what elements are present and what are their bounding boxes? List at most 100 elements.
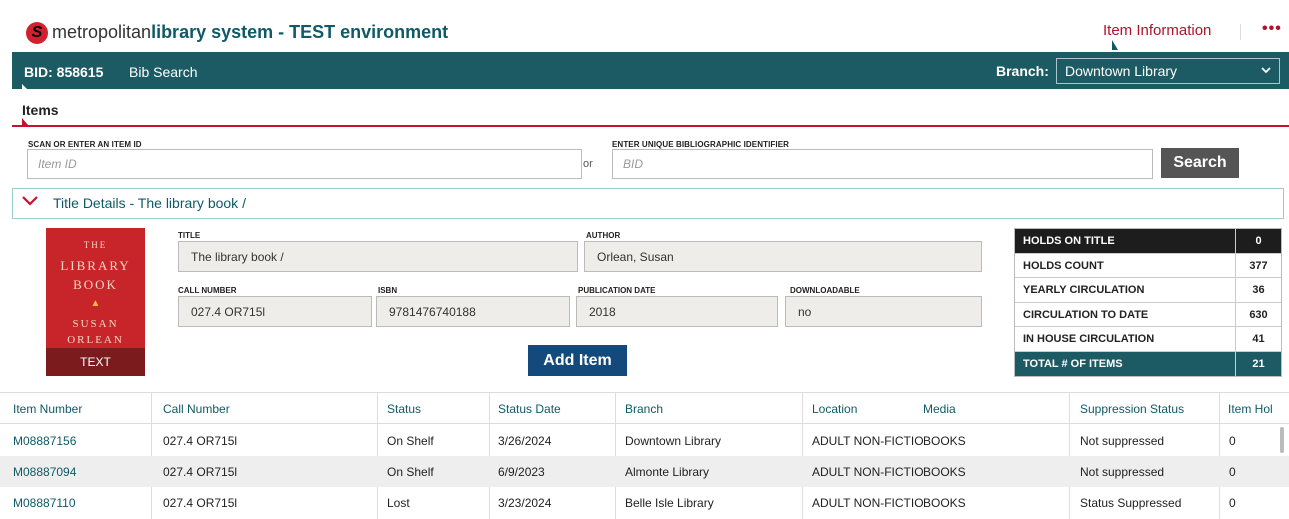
table-cell: BOOKS — [923, 434, 966, 448]
table-cell: BOOKS — [923, 496, 966, 510]
chevron-down-icon — [1261, 65, 1271, 77]
stats-row: HOLDS ON TITLE 0 — [1015, 229, 1281, 254]
cover-text: BOOK — [73, 277, 118, 292]
table-cell: Belle Isle Library — [625, 496, 714, 510]
item-number-link[interactable]: M08887094 — [13, 465, 76, 479]
bid-input[interactable]: BID — [612, 149, 1153, 179]
items-heading: Items — [22, 102, 59, 118]
branch-select-value: Downtown Library — [1065, 63, 1178, 79]
table-cell: 027.4 OR715l — [163, 496, 238, 510]
stats-row: TOTAL # OF ITEMS 21 — [1015, 351, 1281, 376]
brand-part2: library system - TEST environment — [151, 22, 449, 42]
bib-search-link[interactable]: Bib Search — [129, 64, 197, 80]
column-header-status[interactable]: Status — [387, 402, 421, 416]
table-cell: Not suppressed — [1080, 465, 1165, 479]
brand-part1: metropolitan — [52, 22, 152, 42]
item-number-link[interactable]: M08887156 — [13, 434, 76, 448]
isbn-field: 9781476740188 — [376, 296, 570, 327]
downloadable-label: DOWNLOADABLE — [790, 286, 860, 295]
active-indicator — [22, 84, 28, 90]
stats-label: CIRCULATION TO DATE — [1015, 302, 1236, 326]
table-cell: 3/26/2024 — [498, 434, 552, 448]
table-cell: 0 — [1229, 496, 1236, 510]
column-header-branch[interactable]: Branch — [625, 402, 663, 416]
call-number-label: CALL NUMBER — [178, 286, 237, 295]
table-cell: BOOKS — [923, 465, 966, 479]
table-cell: Status Suppressed — [1080, 496, 1182, 510]
isbn-label: ISBN — [378, 286, 398, 295]
title-details-heading[interactable]: Title Details - The library book / — [53, 195, 246, 211]
stats-row: CIRCULATION TO DATE 630 — [1015, 302, 1281, 327]
column-header-status-date[interactable]: Status Date — [498, 402, 561, 416]
table-cell: Lost — [387, 496, 410, 510]
stats-value: 0 — [1255, 235, 1262, 247]
publication-date-field: 2018 — [576, 296, 778, 327]
table-cell: ADULT NON-FICTIO — [812, 496, 924, 510]
call-number-field: 027.4 OR715l — [178, 296, 372, 327]
table-cell: On Shelf — [387, 434, 434, 448]
divider — [12, 125, 1289, 127]
stats-row: IN HOUSE CIRCULATION 41 — [1015, 327, 1281, 352]
stats-label: HOLDS ON TITLE — [1015, 229, 1236, 253]
stats-value: 41 — [1252, 333, 1265, 345]
stats-value: 630 — [1249, 308, 1268, 321]
cover-text: LIBRARY — [60, 258, 131, 273]
add-item-button[interactable]: Add Item — [528, 345, 627, 376]
flame-icon: ▲ — [90, 298, 101, 309]
cover-overlay: TEXT — [46, 348, 145, 376]
item-id-input[interactable]: Item ID — [27, 149, 582, 179]
stats-value: 36 — [1252, 284, 1265, 296]
downloadable-field: no — [785, 296, 982, 327]
stats-label: TOTAL # OF ITEMS — [1015, 351, 1236, 376]
stats-label: HOLDS COUNT — [1015, 253, 1236, 277]
table-cell: 0 — [1229, 434, 1236, 448]
column-header-media[interactable]: Media — [923, 402, 956, 416]
bid-tab[interactable]: BID: 858615 — [24, 64, 103, 80]
stats-row: YEARLY CIRCULATION 36 — [1015, 278, 1281, 303]
author-field: Orlean, Susan — [584, 241, 982, 272]
stats-table: HOLDS ON TITLE 0 HOLDS COUNT 377 YEARLY CI… — [1014, 228, 1282, 377]
bib-identifier-label: ENTER UNIQUE BIBLIOGRAPHIC IDENTIFIER — [612, 140, 790, 149]
column-header-item-holds[interactable]: Item Hol — [1228, 402, 1289, 416]
table-cell: ADULT NON-FICTIO — [812, 434, 924, 448]
column-header-location[interactable]: Location — [812, 402, 857, 416]
cover-text: SUSAN — [72, 318, 119, 330]
stats-label: YEARLY CIRCULATION — [1015, 278, 1236, 302]
column-header-call-number[interactable]: Call Number — [163, 402, 230, 416]
active-indicator — [22, 118, 28, 125]
branch-label: Branch: — [996, 63, 1049, 79]
divider — [1240, 24, 1241, 40]
column-header-item-number[interactable]: Item Number — [13, 402, 82, 416]
logo-icon: S — [26, 22, 48, 44]
or-label: or — [583, 158, 593, 170]
chevron-down-icon[interactable] — [22, 193, 38, 211]
stats-label: IN HOUSE CIRCULATION — [1015, 327, 1236, 351]
more-menu-icon[interactable]: ••• — [1262, 20, 1282, 38]
cover-text: THE — [83, 240, 108, 250]
cover-text: ORLEAN — [67, 334, 124, 346]
column-header-suppression-status[interactable]: Suppression Status — [1080, 402, 1184, 416]
publication-date-label: PUBLICATION DATE — [578, 286, 656, 295]
stats-value: 21 — [1252, 357, 1265, 370]
table-cell: 027.4 OR715l — [163, 434, 238, 448]
active-indicator — [1112, 40, 1118, 50]
table-cell: Almonte Library — [625, 465, 710, 479]
stats-value: 377 — [1249, 259, 1268, 272]
item-number-link[interactable]: M08887110 — [13, 496, 76, 510]
stats-row: HOLDS COUNT 377 — [1015, 253, 1281, 278]
search-button[interactable]: Search — [1161, 148, 1239, 178]
table-cell: Downtown Library — [625, 434, 722, 448]
table-cell: On Shelf — [387, 465, 434, 479]
author-label: AUTHOR — [586, 231, 621, 240]
title-field: The library book / — [178, 241, 578, 272]
table-cell: ADULT NON-FICTIO — [812, 465, 924, 479]
branch-select[interactable]: Downtown Library — [1056, 58, 1280, 84]
brand-title: metropolitanlibrary system - TEST enviro… — [52, 22, 448, 43]
table-cell: Not suppressed — [1080, 434, 1165, 448]
scrollbar[interactable] — [1280, 427, 1284, 453]
item-information-link[interactable]: Item Information — [1103, 22, 1211, 39]
title-label: TITLE — [178, 231, 201, 240]
table-cell: 0 — [1229, 465, 1236, 479]
table-cell: 6/9/2023 — [498, 465, 545, 479]
table-cell: 027.4 OR715l — [163, 465, 238, 479]
